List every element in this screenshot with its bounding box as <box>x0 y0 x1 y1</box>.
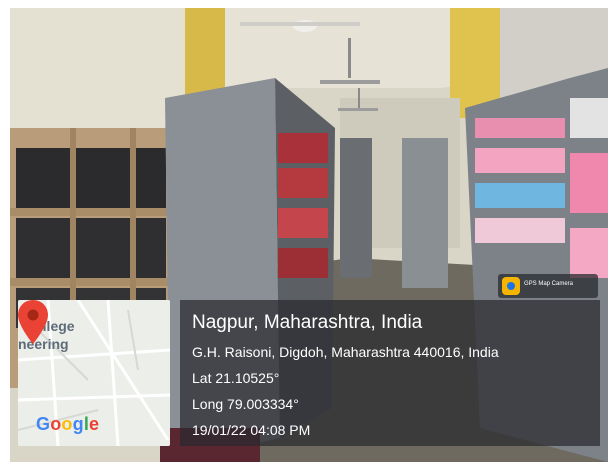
google-logo: Google <box>36 414 100 434</box>
gps-badge-label: GPS Map Camera <box>524 281 574 287</box>
longitude-line: Long 79.003334° <box>192 396 299 412</box>
latitude-line: Lat 21.10525° <box>192 370 280 386</box>
map-pin-icon <box>18 300 48 344</box>
address-line: G.H. Raisoni, Digdoh, Maharashtra 440016… <box>192 344 499 360</box>
city-line: Nagpur, Maharashtra, India <box>192 312 423 333</box>
location-info-overlay: Nagpur, Maharashtra, India G.H. Raisoni,… <box>180 300 600 446</box>
gps-camera-app-icon <box>502 277 520 295</box>
datetime-line: 19/01/22 04:08 PM <box>192 422 311 438</box>
gps-map-camera-badge: GPS Map Camera <box>498 274 598 298</box>
screenshot: College neering Google GPS Map Camera Na… <box>0 0 613 466</box>
map-thumbnail: College neering Google <box>18 300 170 446</box>
